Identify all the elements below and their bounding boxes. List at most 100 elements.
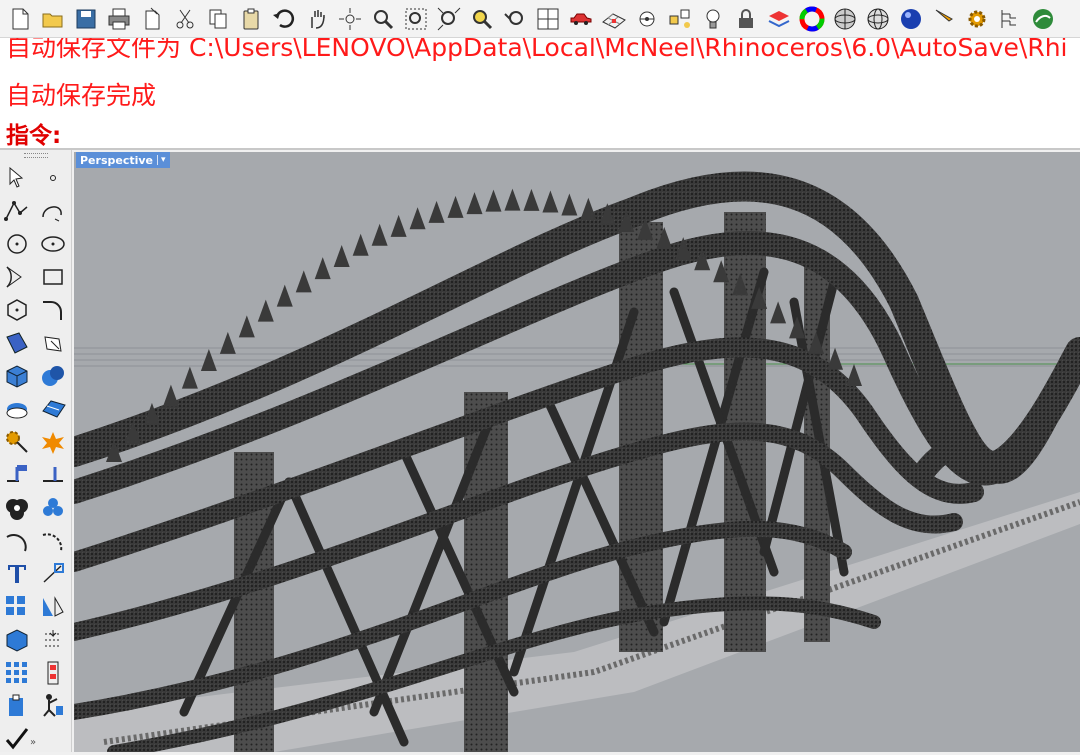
main-toolbar bbox=[0, 0, 1080, 38]
paste-icon[interactable] bbox=[235, 3, 266, 35]
print-icon[interactable] bbox=[103, 3, 134, 35]
sphere-solid-icon[interactable] bbox=[36, 360, 70, 392]
clipboard-icon[interactable] bbox=[0, 690, 34, 722]
point-icon[interactable] bbox=[36, 162, 70, 194]
render-sphere-icon[interactable] bbox=[895, 3, 926, 35]
zoom-selected-icon[interactable] bbox=[466, 3, 497, 35]
arc-tool-icon[interactable] bbox=[0, 525, 34, 557]
zoom-extents-icon[interactable] bbox=[433, 3, 464, 35]
pan-hand-icon[interactable] bbox=[301, 3, 332, 35]
points-icon[interactable] bbox=[36, 492, 70, 524]
dimension-icon[interactable] bbox=[36, 558, 70, 590]
rectangle-icon[interactable] bbox=[36, 261, 70, 293]
cut-icon[interactable] bbox=[169, 3, 200, 35]
light-bulb-icon[interactable] bbox=[697, 3, 728, 35]
grid-icon[interactable] bbox=[598, 3, 629, 35]
crest-tooth bbox=[390, 214, 407, 237]
fillet-curve-icon[interactable] bbox=[36, 294, 70, 326]
crest-tooth bbox=[523, 188, 540, 211]
array-icon[interactable] bbox=[0, 591, 34, 623]
rotate-view-icon[interactable] bbox=[334, 3, 365, 35]
polyline-icon[interactable] bbox=[0, 195, 34, 227]
crest-tooth bbox=[504, 188, 521, 211]
crest-tooth bbox=[238, 315, 255, 338]
surface-icon[interactable] bbox=[0, 327, 34, 359]
curve-icon[interactable] bbox=[36, 195, 70, 227]
crest-tooth bbox=[428, 200, 445, 223]
import-icon[interactable] bbox=[136, 3, 167, 35]
crest-tooth bbox=[542, 190, 559, 213]
block-icon[interactable] bbox=[36, 657, 70, 689]
osnap-icon[interactable] bbox=[664, 3, 695, 35]
car-icon[interactable] bbox=[565, 3, 596, 35]
palette-grid bbox=[0, 162, 72, 755]
surface-patch-icon[interactable] bbox=[36, 393, 70, 425]
layer-icon[interactable] bbox=[763, 3, 794, 35]
zoom-icon[interactable] bbox=[367, 3, 398, 35]
crest-tooth bbox=[352, 233, 369, 256]
crest-tooth bbox=[257, 299, 274, 322]
crest-tooth bbox=[561, 193, 578, 216]
four-viewports-icon[interactable] bbox=[532, 3, 563, 35]
mesh-icon[interactable] bbox=[0, 393, 34, 425]
crest-tooth bbox=[295, 270, 312, 293]
text-icon[interactable] bbox=[0, 558, 34, 590]
check-icon[interactable] bbox=[0, 723, 34, 755]
tree-icon[interactable] bbox=[994, 3, 1025, 35]
grid-array-icon[interactable] bbox=[0, 657, 34, 689]
command-input[interactable] bbox=[70, 116, 1064, 146]
solid-edit-icon[interactable] bbox=[0, 624, 34, 656]
crest-tooth bbox=[181, 366, 198, 389]
crest-tooth bbox=[314, 257, 331, 280]
polygon-icon[interactable] bbox=[0, 294, 34, 326]
open-folder-icon[interactable] bbox=[37, 3, 68, 35]
viewport-menu-caret[interactable]: ▾ bbox=[157, 155, 166, 165]
crest-tooth bbox=[219, 331, 236, 354]
new-file-icon[interactable] bbox=[4, 3, 35, 35]
mirror-icon[interactable] bbox=[36, 591, 70, 623]
save-icon[interactable] bbox=[70, 3, 101, 35]
rig-icon[interactable] bbox=[36, 690, 70, 722]
transform-gear-icon[interactable] bbox=[0, 426, 34, 458]
crest-tooth bbox=[846, 364, 862, 387]
sphere-grid-icon[interactable] bbox=[862, 3, 893, 35]
color-wheel-icon[interactable] bbox=[796, 3, 827, 35]
globe-icon[interactable] bbox=[1027, 3, 1058, 35]
boolean-icon[interactable] bbox=[0, 492, 34, 524]
trim-icon[interactable] bbox=[36, 459, 70, 491]
crest-tooth bbox=[162, 384, 179, 407]
sphere-wire-icon[interactable] bbox=[829, 3, 860, 35]
arc-icon[interactable] bbox=[0, 261, 34, 293]
prompt-label: 指令: bbox=[6, 123, 62, 149]
command-history: 自动保存文件为 C:\Users\LENOVO\AppData\Local\Mc… bbox=[0, 38, 1080, 113]
gear-icon[interactable] bbox=[961, 3, 992, 35]
crest-tooth bbox=[485, 189, 502, 212]
perspective-viewport[interactable]: Perspective ▾ bbox=[74, 152, 1080, 752]
crest-tooth bbox=[371, 223, 388, 246]
command-prompt: 指令: bbox=[0, 112, 1080, 150]
palette-more-chevron[interactable]: » bbox=[30, 737, 36, 748]
select-arrow-icon[interactable] bbox=[0, 162, 34, 194]
viewport-title: Perspective bbox=[80, 153, 154, 167]
viewport-title-tab[interactable]: Perspective ▾ bbox=[76, 152, 170, 168]
ellipse-icon[interactable] bbox=[36, 228, 70, 260]
zoom-window-icon[interactable] bbox=[400, 3, 431, 35]
crest-tooth bbox=[466, 192, 483, 215]
undo-icon[interactable] bbox=[268, 3, 299, 35]
copy-icon[interactable] bbox=[202, 3, 233, 35]
box-solid-icon[interactable] bbox=[0, 360, 34, 392]
circle-icon[interactable] bbox=[0, 228, 34, 260]
explode-icon[interactable] bbox=[36, 426, 70, 458]
pencil-icon[interactable] bbox=[928, 3, 959, 35]
analyze-icon[interactable] bbox=[36, 624, 70, 656]
lock-icon[interactable] bbox=[730, 3, 761, 35]
history-line-autosave-done: 自动保存完成 bbox=[6, 81, 157, 110]
undo-view-icon[interactable] bbox=[499, 3, 530, 35]
cplane-icon[interactable] bbox=[631, 3, 662, 35]
split-icon[interactable] bbox=[0, 459, 34, 491]
palette-grip[interactable] bbox=[24, 153, 48, 158]
surface-edit-icon[interactable] bbox=[36, 327, 70, 359]
crest-tooth bbox=[580, 197, 597, 220]
crest-tooth bbox=[770, 301, 787, 324]
arc-dash-icon[interactable] bbox=[36, 525, 70, 557]
